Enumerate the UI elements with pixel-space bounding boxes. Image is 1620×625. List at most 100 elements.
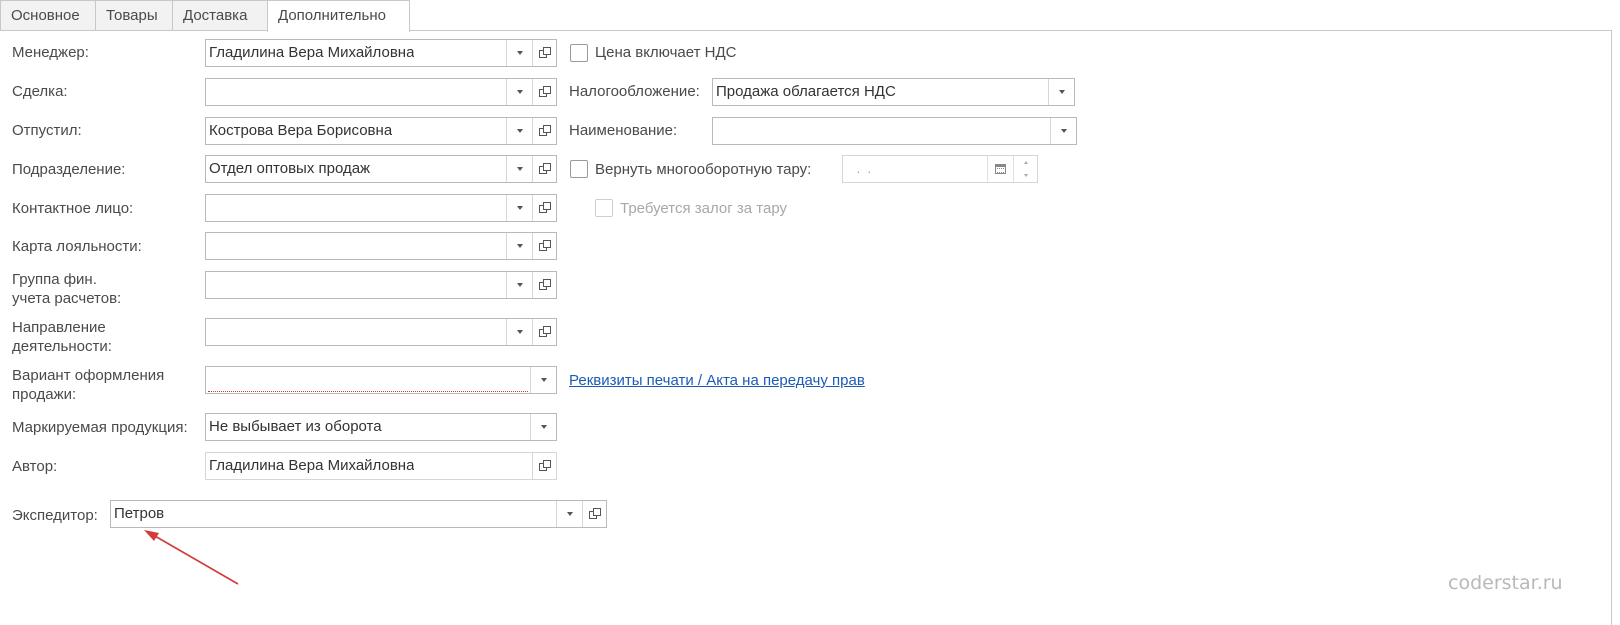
chevron-down-icon — [516, 283, 523, 287]
author-label: Автор: — [12, 458, 58, 475]
contact-open-button[interactable] — [532, 195, 556, 221]
return-tare-checkbox[interactable] — [570, 160, 588, 178]
red-annotation-arrow — [144, 530, 239, 585]
sale-variant-dropdown-button[interactable] — [530, 367, 556, 393]
sale-variant-field[interactable] — [205, 366, 557, 394]
tab-delivery[interactable]: Доставка — [172, 0, 268, 31]
return-tare-date-value: . . — [853, 161, 872, 176]
contact-field[interactable] — [205, 194, 557, 222]
price-vat-checkbox[interactable] — [570, 44, 588, 62]
return-tare-date-field[interactable]: . . — [842, 155, 1038, 183]
name-dropdown-button[interactable] — [1050, 118, 1076, 144]
open-form-icon — [538, 47, 551, 59]
direction-open-button[interactable] — [532, 319, 556, 345]
fin-group-label-line1: Группа фин. — [12, 271, 97, 288]
author-open-button[interactable] — [532, 453, 556, 479]
form-root: Основное Товары Доставка Дополнительно М… — [0, 0, 1620, 625]
division-label: Подразделение: — [12, 161, 126, 178]
manager-dropdown-button[interactable] — [506, 40, 532, 66]
open-form-icon — [538, 86, 551, 98]
division-open-button[interactable] — [532, 156, 556, 182]
released-label: Отпустил: — [12, 122, 82, 139]
loyalty-field[interactable] — [205, 232, 557, 260]
panel-border-top — [0, 30, 1612, 31]
released-field[interactable]: Кострова Вера Борисовна — [205, 117, 557, 145]
chevron-down-icon — [566, 512, 573, 516]
name-field[interactable] — [712, 117, 1077, 145]
chevron-down-icon — [516, 244, 523, 248]
open-form-icon — [538, 125, 551, 137]
expeditor-label: Экспедитор: — [12, 507, 98, 524]
fin-group-label-line2: учета расчетов: — [12, 290, 122, 307]
calendar-button[interactable] — [987, 156, 1013, 182]
contact-dropdown-button[interactable] — [506, 195, 532, 221]
chevron-down-icon — [516, 51, 523, 55]
tab-main[interactable]: Основное — [0, 0, 96, 31]
manager-label: Менеджер: — [12, 44, 89, 61]
division-value: Отдел оптовых продаж — [209, 160, 371, 177]
deal-label: Сделка: — [12, 83, 68, 100]
division-field[interactable]: Отдел оптовых продаж — [205, 155, 557, 183]
manager-field[interactable]: Гладилина Вера Михайловна — [205, 39, 557, 67]
open-form-icon — [538, 326, 551, 338]
marked-value: Не выбывает из оборота — [209, 418, 382, 435]
marked-label: Маркируемая продукция: — [12, 419, 188, 436]
chevron-down-icon — [1023, 174, 1028, 177]
sale-variant-label-line2: продажи: — [12, 386, 77, 403]
spin-up-button[interactable] — [1014, 156, 1037, 169]
fin-group-open-button[interactable] — [532, 272, 556, 298]
spin-down-button[interactable] — [1014, 169, 1037, 182]
fin-group-field[interactable] — [205, 271, 557, 299]
released-open-button[interactable] — [532, 118, 556, 144]
open-form-icon — [538, 240, 551, 252]
loyalty-label: Карта лояльности: — [12, 238, 142, 255]
price-vat-label: Цена включает НДС — [595, 44, 737, 61]
author-value: Гладилина Вера Михайловна — [209, 457, 415, 474]
direction-dropdown-button[interactable] — [506, 319, 532, 345]
chevron-down-icon — [516, 206, 523, 210]
deposit-label: Требуется залог за тару — [620, 200, 787, 217]
panel-border-right — [1611, 30, 1612, 625]
open-form-icon — [538, 202, 551, 214]
direction-field[interactable] — [205, 318, 557, 346]
released-dropdown-button[interactable] — [506, 118, 532, 144]
expeditor-open-button[interactable] — [582, 501, 606, 527]
contact-label: Контактное лицо: — [12, 200, 134, 217]
marked-dropdown-button[interactable] — [530, 414, 556, 440]
date-spinner — [1013, 156, 1037, 182]
author-field[interactable]: Гладилина Вера Михайловна — [205, 452, 557, 480]
open-form-icon — [538, 460, 551, 472]
open-form-icon — [538, 163, 551, 175]
open-form-icon — [538, 279, 551, 291]
manager-open-button[interactable] — [532, 40, 556, 66]
print-requisites-link[interactable]: Реквизиты печати / Акта на передачу прав — [569, 371, 865, 390]
deal-open-button[interactable] — [532, 79, 556, 105]
direction-label-line2: деятельности: — [12, 338, 112, 355]
chevron-down-icon — [540, 378, 547, 382]
chevron-up-icon — [1023, 161, 1028, 164]
open-form-icon — [588, 508, 601, 520]
sale-variant-label-line1: Вариант оформления — [12, 367, 165, 384]
taxation-value: Продажа облагается НДС — [716, 83, 896, 100]
deal-dropdown-button[interactable] — [506, 79, 532, 105]
expeditor-dropdown-button[interactable] — [556, 501, 582, 527]
taxation-dropdown-button[interactable] — [1048, 79, 1074, 105]
chevron-down-icon — [1060, 129, 1067, 133]
division-dropdown-button[interactable] — [506, 156, 532, 182]
loyalty-dropdown-button[interactable] — [506, 233, 532, 259]
name-label: Наименование: — [569, 122, 678, 139]
marked-field[interactable]: Не выбывает из оборота — [205, 413, 557, 441]
deal-field[interactable] — [205, 78, 557, 106]
fin-group-dropdown-button[interactable] — [506, 272, 532, 298]
taxation-field[interactable]: Продажа облагается НДС — [712, 78, 1075, 106]
taxation-label: Налогообложение: — [569, 83, 700, 100]
calendar-icon — [995, 164, 1006, 174]
tab-goods[interactable]: Товары — [95, 0, 173, 31]
chevron-down-icon — [516, 167, 523, 171]
tab-additional[interactable]: Дополнительно — [267, 0, 410, 32]
direction-label-line1: Направление — [12, 319, 106, 336]
deposit-checkbox[interactable] — [595, 199, 613, 217]
chevron-down-icon — [1058, 90, 1065, 94]
manager-value: Гладилина Вера Михайловна — [209, 44, 415, 61]
loyalty-open-button[interactable] — [532, 233, 556, 259]
